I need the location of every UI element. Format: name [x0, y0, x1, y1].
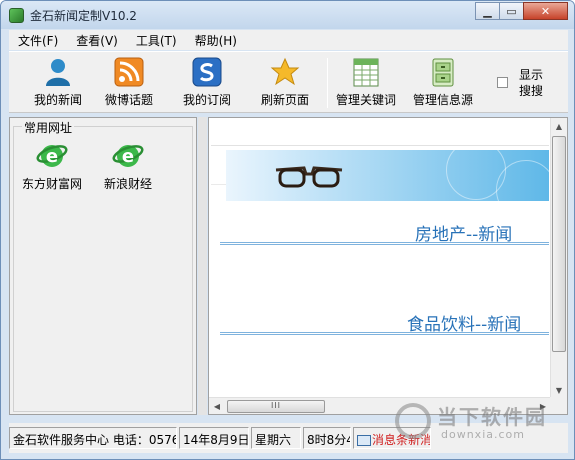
show-search-label: 显示搜搜 — [518, 68, 543, 98]
rss-icon — [114, 57, 144, 87]
watermark-url: downxia.com — [441, 428, 525, 441]
scroll-up-icon[interactable]: ▲ — [551, 118, 567, 134]
status-service: 金石软件服务中心 电话：0576 — [9, 427, 177, 449]
news-content-pane: 房地产--新闻 食品饮料--新闻 ▲ ▼ ◀ III ▶ — [208, 117, 568, 415]
site-sina-finance-label: 新浪财经 — [103, 177, 152, 191]
favorites-group: 常用网址 e 东方财富网 e 新浪财经 — [13, 119, 193, 412]
window-title: 金石新闻定制V10.2 — [30, 9, 137, 23]
panel-splitter[interactable] — [198, 117, 207, 415]
show-search-checkbox[interactable] — [497, 77, 508, 88]
ad-banner[interactable] — [226, 150, 549, 201]
status-time: 8时8分4 — [303, 427, 351, 449]
app-icon — [9, 8, 24, 23]
menu-tools[interactable]: 工具(T) — [127, 32, 186, 49]
cabinet-icon — [432, 58, 454, 87]
ie-icon: e — [36, 145, 68, 167]
content-divider — [211, 145, 549, 146]
section-rule — [220, 242, 549, 245]
site-sina-finance[interactable]: e 新浪财经 — [92, 139, 164, 192]
scroll-left-icon[interactable]: ◀ — [209, 398, 225, 414]
watermark-logo-icon — [395, 403, 431, 439]
menu-file[interactable]: 文件(F) — [9, 32, 67, 49]
my-subscription-button[interactable]: 我的订阅 — [172, 55, 242, 111]
title-bar: 金石新闻定制V10.2 ▁ ▭ ✕ — [1, 1, 574, 29]
weibo-topic-button[interactable]: 微博话题 — [94, 55, 164, 111]
spreadsheet-icon — [353, 58, 379, 87]
favorites-panel: 常用网址 e 东方财富网 e 新浪财经 — [9, 117, 197, 415]
vertical-scroll-thumb[interactable] — [552, 136, 566, 352]
window-controls: ▁ ▭ ✕ — [475, 2, 568, 20]
menu-help[interactable]: 帮助(H) — [186, 32, 246, 49]
my-news-button[interactable]: 我的新闻 — [23, 55, 93, 111]
svg-text:e: e — [46, 146, 58, 167]
star-refresh-icon — [270, 57, 300, 86]
maximize-icon: ▭ — [506, 4, 517, 18]
minimize-button[interactable]: ▁ — [475, 2, 500, 20]
horizontal-scroll-thumb[interactable]: III — [227, 400, 325, 413]
my-subscription-label: 我的订阅 — [182, 93, 231, 107]
manage-keywords-button[interactable]: 管理关键词 — [331, 55, 401, 111]
scroll-down-icon[interactable]: ▼ — [551, 382, 567, 398]
weibo-topic-label: 微博话题 — [104, 93, 153, 107]
refresh-page-button[interactable]: 刷新页面 — [250, 55, 320, 111]
refresh-page-label: 刷新页面 — [260, 93, 309, 107]
minimize-icon: ▁ — [483, 4, 492, 18]
message-icon — [357, 435, 371, 446]
favorites-title: 常用网址 — [22, 119, 75, 136]
toolbar-separator — [327, 58, 328, 108]
my-news-label: 我的新闻 — [33, 93, 82, 107]
svg-text:e: e — [122, 146, 134, 167]
watermark: 当下软件园 downxia.com — [393, 401, 563, 449]
show-search-toggle[interactable]: 显示搜搜 — [497, 67, 546, 99]
menu-bar: 文件(F) 查看(V) 工具(T) 帮助(H) — [9, 30, 568, 50]
app-window: 金石新闻定制V10.2 ▁ ▭ ✕ 文件(F) 查看(V) 工具(T) 帮助(H… — [0, 0, 575, 460]
site-eastmoney-label: 东方财富网 — [21, 177, 82, 191]
subscribe-icon — [192, 57, 222, 87]
manage-sources-button[interactable]: 管理信息源 — [408, 55, 478, 111]
manage-sources-label: 管理信息源 — [412, 93, 473, 107]
watermark-title: 当下软件园 — [437, 405, 547, 429]
toolbar: 我的新闻 微博话题 我的订阅 刷新页面 管理关键词 管理信息源 显示搜搜 — [9, 51, 568, 113]
status-date: 14年8月9日 — [179, 427, 249, 449]
menu-view[interactable]: 查看(V) — [67, 32, 127, 49]
vertical-scrollbar[interactable]: ▲ ▼ — [550, 118, 567, 399]
close-icon: ✕ — [540, 4, 551, 18]
glasses-image — [275, 166, 343, 188]
close-button[interactable]: ✕ — [523, 2, 568, 20]
manage-keywords-label: 管理关键词 — [335, 93, 396, 107]
user-icon — [46, 59, 70, 86]
ie-icon: e — [112, 145, 144, 167]
status-weekday: 星期六 — [251, 427, 301, 449]
site-eastmoney[interactable]: e 东方财富网 — [16, 139, 88, 192]
maximize-button[interactable]: ▭ — [499, 2, 524, 20]
section-rule — [220, 332, 549, 335]
